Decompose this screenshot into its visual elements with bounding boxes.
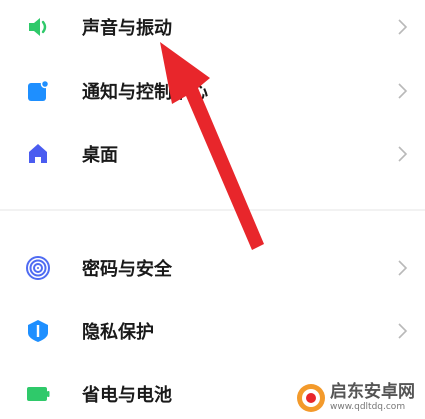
settings-item-label: 隐私保护 [82, 322, 154, 343]
settings-item-privacy[interactable]: 隐私保护 [0, 306, 425, 356]
battery-icon [26, 382, 50, 406]
settings-item-password-security[interactable]: 密码与安全 [0, 243, 425, 293]
settings-list: 声音与振动 通知与控制中心 桌面 密码与安全 隐私保护 省电与电池 [0, 0, 425, 417]
watermark-name: 启东安卓网 [330, 382, 415, 402]
settings-item-label: 声音与振动 [82, 18, 172, 39]
chevron-right-icon [398, 323, 408, 339]
chevron-right-icon [398, 83, 408, 99]
section-divider [0, 209, 425, 211]
watermark: 启东安卓网 www.qdltdq.com [296, 382, 421, 414]
settings-item-label: 通知与控制中心 [82, 82, 208, 103]
settings-item-notification-control[interactable]: 通知与控制中心 [0, 66, 425, 116]
chevron-right-icon [398, 146, 408, 162]
settings-item-sound-vibration[interactable]: 声音与振动 [0, 2, 425, 52]
settings-item-label: 桌面 [82, 145, 118, 166]
notification-icon [26, 79, 50, 103]
fingerprint-icon [26, 256, 50, 280]
settings-item-label: 密码与安全 [82, 259, 172, 280]
privacy-shield-icon [26, 319, 50, 343]
settings-item-desktop[interactable]: 桌面 [0, 129, 425, 179]
home-icon [26, 142, 50, 166]
settings-item-label: 省电与电池 [82, 385, 172, 406]
watermark-url: www.qdltdq.com [330, 402, 406, 412]
speaker-icon [26, 15, 50, 39]
watermark-logo-icon [297, 384, 325, 412]
chevron-right-icon [398, 19, 408, 35]
chevron-right-icon [398, 260, 408, 276]
